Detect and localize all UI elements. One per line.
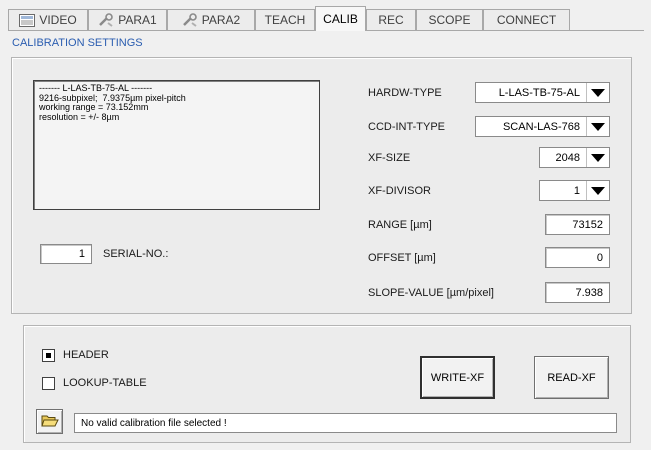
xf-divisor-label: XF-DIVISOR xyxy=(368,185,431,197)
ccd-int-type-value: SCAN-LAS-768 xyxy=(502,120,580,133)
hardw-type-select[interactable]: L-LAS-TB-75-AL xyxy=(475,82,610,103)
wrench-icon xyxy=(98,13,114,27)
sensor-info-text: ------- L-LAS-TB-75-AL ------- 9216-subp… xyxy=(33,80,320,210)
tab-calib-label: CALIB xyxy=(323,12,358,26)
xf-size-value: 2048 xyxy=(555,151,580,164)
tab-para1-label: PARA1 xyxy=(118,13,157,27)
chevron-down-icon[interactable] xyxy=(586,181,609,200)
wrench-icon xyxy=(182,13,198,27)
tab-rec[interactable]: REC xyxy=(366,9,416,30)
header-checkbox[interactable] xyxy=(42,349,55,362)
hardw-type-label: HARDW-TYPE xyxy=(368,87,442,99)
hardw-type-value: L-LAS-TB-75-AL xyxy=(498,86,580,99)
chevron-down-icon[interactable] xyxy=(586,83,609,102)
range-field[interactable]: 73152 xyxy=(545,214,610,235)
offset-label: OFFSET [µm] xyxy=(368,252,436,264)
tab-video-label: VIDEO xyxy=(39,13,77,27)
tab-teach-label: TEACH xyxy=(264,13,306,27)
open-folder-icon xyxy=(40,413,59,431)
tab-connect-label: CONNECT xyxy=(496,13,557,27)
tab-connect[interactable]: CONNECT xyxy=(483,9,570,30)
xf-size-label: XF-SIZE xyxy=(368,152,411,164)
xf-divisor-select[interactable]: 1 xyxy=(539,180,610,201)
write-xf-button[interactable]: WRITE-XF xyxy=(420,356,495,399)
status-field: No valid calibration file selected ! xyxy=(74,413,617,433)
range-label: RANGE [µm] xyxy=(368,219,432,231)
tab-teach[interactable]: TEACH xyxy=(255,9,315,30)
ccd-int-type-label: CCD-INT-TYPE xyxy=(368,121,445,133)
lookup-table-checkbox[interactable] xyxy=(42,377,55,390)
video-icon xyxy=(19,13,36,27)
tab-calib[interactable]: CALIB xyxy=(315,6,366,31)
slope-value-field[interactable]: 7.938 xyxy=(545,282,610,303)
tab-para2[interactable]: PARA2 xyxy=(167,9,255,30)
chevron-down-icon[interactable] xyxy=(586,117,609,136)
section-title: CALIBRATION SETTINGS xyxy=(12,37,143,49)
tab-scope-label: SCOPE xyxy=(428,13,471,27)
open-file-button[interactable] xyxy=(36,409,63,434)
xf-size-select[interactable]: 2048 xyxy=(539,147,610,168)
serial-no-label: SERIAL-NO.: xyxy=(103,248,169,260)
info-line-4: resolution = +/- 8µm xyxy=(39,111,120,122)
lookup-table-label: LOOKUP-TABLE xyxy=(63,377,147,389)
header-label: HEADER xyxy=(63,349,109,361)
tab-scope[interactable]: SCOPE xyxy=(416,9,483,30)
tab-rec-label: REC xyxy=(378,13,404,27)
slope-value-label: SLOPE-VALUE [µm/pixel] xyxy=(368,287,494,299)
read-xf-button[interactable]: READ-XF xyxy=(534,356,609,399)
xf-divisor-value: 1 xyxy=(573,184,580,197)
tab-para1[interactable]: PARA1 xyxy=(88,9,167,30)
serial-no-field[interactable]: 1 xyxy=(40,244,92,264)
tab-video[interactable]: VIDEO xyxy=(8,9,88,30)
offset-field[interactable]: 0 xyxy=(545,247,610,268)
ccd-int-type-select[interactable]: SCAN-LAS-768 xyxy=(475,116,610,137)
tab-para2-label: PARA2 xyxy=(201,13,241,27)
chevron-down-icon[interactable] xyxy=(586,148,609,167)
checkbox-checked-mark xyxy=(46,353,51,358)
